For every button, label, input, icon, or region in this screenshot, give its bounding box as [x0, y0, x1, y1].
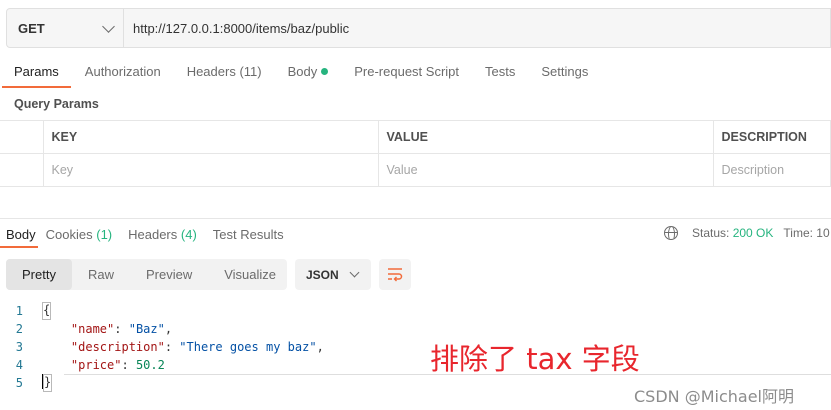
tab-params[interactable]: Params	[2, 56, 71, 88]
key-input[interactable]: Key	[42, 153, 379, 187]
tab-count: (4)	[180, 227, 197, 242]
chevron-down-icon	[349, 267, 360, 278]
tab-tests[interactable]: Tests	[471, 56, 527, 88]
header-value: VALUE	[377, 120, 714, 154]
body-indicator-dot-icon	[321, 68, 329, 75]
params-table: KEY VALUE DESCRIPTION Key Value Descript…	[0, 120, 831, 187]
tab-label: Params	[14, 64, 59, 79]
close-brace: }	[43, 374, 53, 392]
json-value: "There goes my baz"	[179, 340, 317, 354]
watermark: CSDN @Michael阿明	[634, 387, 794, 406]
url-input[interactable]: http://127.0.0.1:8000/items/baz/public	[124, 21, 349, 36]
open-brace: {	[42, 302, 52, 320]
tab-label: Headers	[128, 227, 178, 242]
tab-body[interactable]: Body	[274, 56, 341, 88]
line-number: 1	[15, 304, 23, 318]
tab-label: Test Results	[212, 227, 284, 242]
view-raw-button[interactable]: Raw	[72, 259, 130, 290]
tab-label: Cookies	[45, 227, 93, 242]
annotation-text: 排除了 tax 字段	[430, 342, 640, 376]
tab-settings[interactable]: Settings	[527, 56, 600, 88]
tab-label: Settings	[541, 64, 589, 79]
json-value: 50.2	[135, 358, 165, 372]
response-time[interactable]: Time: 10	[783, 226, 829, 240]
params-table-header: KEY VALUE DESCRIPTION	[0, 120, 831, 154]
json-comma: ,	[316, 340, 324, 354]
row-checkbox[interactable]	[0, 153, 44, 187]
line-number: 5	[15, 376, 23, 390]
format-select[interactable]: JSON	[295, 259, 371, 290]
response-tabs: Body Cookies (1) Headers (4) Test Result…	[0, 222, 292, 250]
view-visualize-button[interactable]: Visualize	[208, 259, 292, 290]
status-code[interactable]: 200 OK	[733, 226, 774, 240]
response-tab-cookies[interactable]: Cookies (1)	[38, 222, 120, 248]
tab-authorization[interactable]: Authorization	[71, 56, 173, 88]
json-key: "price"	[70, 358, 122, 372]
tab-label: Body	[287, 64, 318, 79]
code-line: 1{	[0, 302, 324, 320]
view-mode-group: Pretty Raw Preview Visualize	[6, 259, 287, 290]
json-comma: ,	[164, 322, 173, 336]
request-tabs: Params Authorization Headers (11) Body P…	[0, 56, 600, 90]
tab-headers[interactable]: Headers (11)	[173, 56, 274, 88]
method-label: GET	[18, 20, 45, 36]
checkbox-column	[0, 120, 44, 154]
response-tab-headers[interactable]: Headers (4)	[120, 222, 205, 248]
status-label: Status:	[692, 226, 730, 240]
tab-label: Tests	[485, 64, 516, 79]
wrap-lines-button[interactable]	[379, 259, 411, 290]
code-line: 3 "description": "There goes my baz",	[0, 338, 324, 356]
params-row: Key Value Description	[0, 153, 831, 187]
chevron-down-icon	[102, 19, 115, 33]
response-status: Status: 200 OK Time: 10	[664, 226, 830, 240]
tab-label: Authorization	[84, 64, 161, 79]
response-divider	[0, 218, 831, 219]
format-label: JSON	[306, 267, 339, 282]
view-pretty-button[interactable]: Pretty	[6, 259, 72, 290]
value-input[interactable]: Value	[377, 153, 714, 187]
line-number: 4	[15, 358, 23, 372]
json-key: "description"	[70, 340, 165, 354]
view-preview-button[interactable]: Preview	[130, 259, 208, 290]
globe-icon[interactable]	[664, 226, 678, 240]
response-tab-body[interactable]: Body	[0, 222, 38, 248]
header-key: KEY	[42, 120, 379, 154]
line-number: 2	[15, 322, 23, 336]
tab-label: Headers	[186, 64, 236, 79]
url-bar: GET http://127.0.0.1:8000/items/baz/publ…	[6, 8, 831, 48]
json-key: "name"	[70, 322, 115, 336]
code-line: 2 "name": "Baz",	[0, 320, 324, 338]
query-params-title: Query Params	[14, 97, 99, 111]
header-description: DESCRIPTION	[712, 120, 831, 154]
response-body-editor[interactable]: 1{ 2 "name": "Baz", 3 "description": "Th…	[0, 302, 324, 392]
description-input[interactable]: Description	[712, 153, 831, 187]
tab-label: Pre-request Script	[354, 64, 460, 79]
code-line: 5}	[0, 374, 324, 392]
line-number: 3	[15, 340, 23, 354]
tab-count: (1)	[96, 227, 113, 242]
code-line: 4 "price": 50.2	[0, 356, 324, 374]
method-select[interactable]: GET	[7, 9, 124, 47]
tab-label: Body	[6, 227, 36, 242]
response-tab-test-results[interactable]: Test Results	[205, 222, 292, 248]
wrap-lines-icon	[388, 268, 403, 282]
tab-count: (11)	[239, 64, 262, 79]
json-value: "Baz"	[128, 322, 165, 336]
tab-pre-request-script[interactable]: Pre-request Script	[340, 56, 471, 88]
